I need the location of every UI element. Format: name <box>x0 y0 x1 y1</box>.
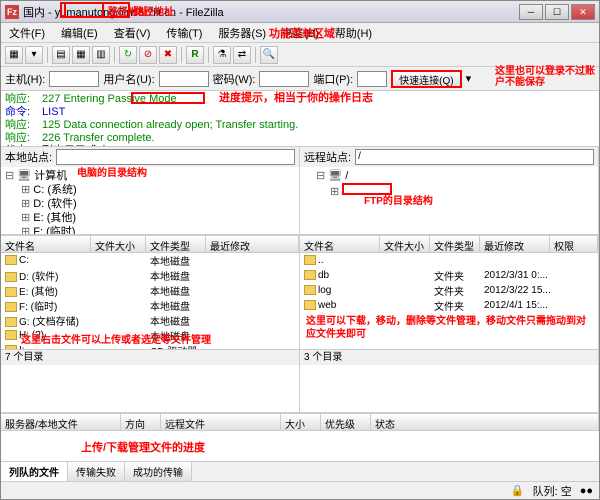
message-log[interactable]: 响应: 227 Entering Passive Mode命令: LIST响应:… <box>1 91 599 147</box>
local-tree[interactable]: 计算机C: (系统)D: (软件)E: (其他)F: (临时)G: (文档存储)… <box>1 167 299 234</box>
toggle-log-icon[interactable]: ▤ <box>52 46 70 64</box>
disconnect-icon[interactable]: ✖ <box>159 46 177 64</box>
compare-icon[interactable]: ⇄ <box>233 46 251 64</box>
tree-node[interactable]: F: (临时) <box>3 225 297 234</box>
host-label: 主机(H): <box>5 71 45 87</box>
user-input[interactable] <box>159 71 209 87</box>
transfer-queue[interactable]: 服务器/本地文件 方向 远程文件 大小 优先级 状态 上传/下载管理文件的进度 <box>1 413 599 461</box>
port-label: 端口(P): <box>313 71 353 87</box>
toggle-queue-icon[interactable]: ▥ <box>92 46 110 64</box>
local-path-input[interactable] <box>56 149 295 165</box>
col-type[interactable]: 文件类型 <box>146 236 206 252</box>
app-icon: Fz <box>5 5 19 19</box>
col-name[interactable]: 文件名 <box>1 236 91 252</box>
menu-help[interactable]: 帮助(H) <box>331 23 376 43</box>
remote-path-label: 远程站点: <box>304 149 351 165</box>
toggle-tree-icon[interactable]: ▦ <box>72 46 90 64</box>
tree-node[interactable]: 计算机 <box>3 169 297 183</box>
refresh-icon[interactable]: ↻ <box>119 46 137 64</box>
menubar: 文件(F) 编辑(E) 查看(V) 传输(T) 服务器(S) 书签(B) 帮助(… <box>1 23 599 43</box>
local-file-header[interactable]: 文件名 文件大小 文件类型 最近修改 <box>1 235 299 253</box>
quickconnect-bar: 主机(H): 用户名(U): 密码(W): 端口(P): 快速连接(Q) ▾ 这… <box>1 67 599 91</box>
reconnect-icon[interactable]: R <box>186 46 204 64</box>
local-path-label: 本地站点: <box>5 149 52 165</box>
col-size[interactable]: 大小 <box>281 414 321 430</box>
dropdown-icon[interactable]: ▾ <box>466 72 472 85</box>
menu-server[interactable]: 服务器(S) <box>214 23 270 43</box>
col-remote[interactable]: 远程文件 <box>161 414 281 430</box>
host-input[interactable] <box>49 71 99 87</box>
col-mod[interactable]: 最近修改 <box>206 236 299 252</box>
dropdown-icon[interactable]: ▾ <box>25 46 43 64</box>
list-item[interactable]: I:CD 驱动器 <box>1 343 299 349</box>
tab-ok[interactable]: 成功的传输 <box>125 462 192 481</box>
menu-file[interactable]: 文件(F) <box>5 23 49 43</box>
col-mod[interactable]: 最近修改 <box>480 236 550 252</box>
tree-node[interactable]: C: (系统) <box>3 183 297 197</box>
menu-view[interactable]: 查看(V) <box>110 23 155 43</box>
queue-status: 队列: 空 <box>533 483 572 499</box>
window-title: 国内 - yumanutong@ns6.7iit.cn - FileZilla <box>23 4 519 20</box>
maximize-button[interactable]: ☐ <box>545 4 569 20</box>
local-status: 7 个目录 <box>1 349 299 365</box>
col-prio[interactable]: 优先级 <box>321 414 371 430</box>
tree-node[interactable]: D: (软件) <box>3 197 297 211</box>
stop-icon[interactable]: ⊘ <box>139 46 157 64</box>
remote-tree-pane: 远程站点: 路径地址 / FTP的目录结构 <box>300 147 599 234</box>
menu-edit[interactable]: 编辑(E) <box>57 23 102 43</box>
list-item[interactable]: web文件夹2012/4/1 15:... <box>300 298 598 313</box>
lock-icon: 🔒 <box>511 484 525 497</box>
pass-input[interactable] <box>259 71 309 87</box>
col-size[interactable]: 文件大小 <box>380 236 430 252</box>
local-file-pane: 文件名 文件大小 文件类型 最近修改 C:本地磁盘D: (软件)本地磁盘E: (… <box>1 235 300 412</box>
toolbar: ▦ ▾ ▤ ▦ ▥ ↻ ⊘ ✖ R ⚗ ⇄ 🔍 <box>1 43 599 67</box>
col-type[interactable]: 文件类型 <box>430 236 480 252</box>
queue-tabs: 列队的文件 传输失败 成功的传输 <box>1 461 599 481</box>
filter-icon[interactable]: ⚗ <box>213 46 231 64</box>
remote-path-input[interactable] <box>355 149 594 165</box>
sitemanager-icon[interactable]: ▦ <box>5 46 23 64</box>
remote-file-header[interactable]: 文件名 文件大小 文件类型 最近修改 权限 <box>300 235 598 253</box>
col-dir[interactable]: 方向 <box>121 414 161 430</box>
col-name[interactable]: 文件名 <box>300 236 380 252</box>
menu-bookmarks[interactable]: 书签(B) <box>278 23 323 43</box>
col-size[interactable]: 文件大小 <box>91 236 146 252</box>
local-tree-pane: 本地站点: 路径地址 计算机C: (系统)D: (软件)E: (其他)F: (临… <box>1 147 300 234</box>
annotation: 上传/下载管理文件的进度 <box>81 439 205 455</box>
find-icon[interactable]: 🔍 <box>260 46 278 64</box>
menu-transfer[interactable]: 传输(T) <box>162 23 206 43</box>
tab-failed[interactable]: 传输失败 <box>68 462 125 481</box>
tab-queued[interactable]: 列队的文件 <box>1 462 68 481</box>
titlebar: Fz 国内 - yumanutong@ns6.7iit.cn - FileZil… <box>1 1 599 23</box>
col-stat[interactable]: 状态 <box>371 414 599 430</box>
col-perm[interactable]: 权限 <box>550 236 598 252</box>
tree-node[interactable]: E: (其他) <box>3 211 297 225</box>
remote-file-pane: 文件名 文件大小 文件类型 最近修改 权限 ..db文件夹2012/3/31 0… <box>300 235 599 412</box>
remote-tree[interactable]: / FTP的目录结构 <box>300 167 598 234</box>
quickconnect-button[interactable]: 快速连接(Q) <box>391 70 461 88</box>
close-button[interactable]: ✕ <box>571 4 595 20</box>
user-label: 用户名(U): <box>103 71 154 87</box>
statusbar: 🔒 队列: 空 ●● <box>1 481 599 499</box>
pass-label: 密码(W): <box>213 71 256 87</box>
annotation: 这里也可以登录不过账户不能保存 <box>495 66 595 88</box>
port-input[interactable] <box>357 71 387 87</box>
minimize-button[interactable]: ─ <box>519 4 543 20</box>
col-server[interactable]: 服务器/本地文件 <box>1 414 121 430</box>
remote-status: 3 个目录 <box>300 349 598 365</box>
remote-file-list[interactable]: ..db文件夹2012/3/31 0:...log文件夹2012/3/22 15… <box>300 253 598 349</box>
annotation: 这里可以下载，移动，删除等文件管理，移动文件只需拖动到对应文件夹即可 <box>306 315 586 341</box>
local-file-list[interactable]: C:本地磁盘D: (软件)本地磁盘E: (其他)本地磁盘F: (临时)本地磁盘G… <box>1 253 299 349</box>
